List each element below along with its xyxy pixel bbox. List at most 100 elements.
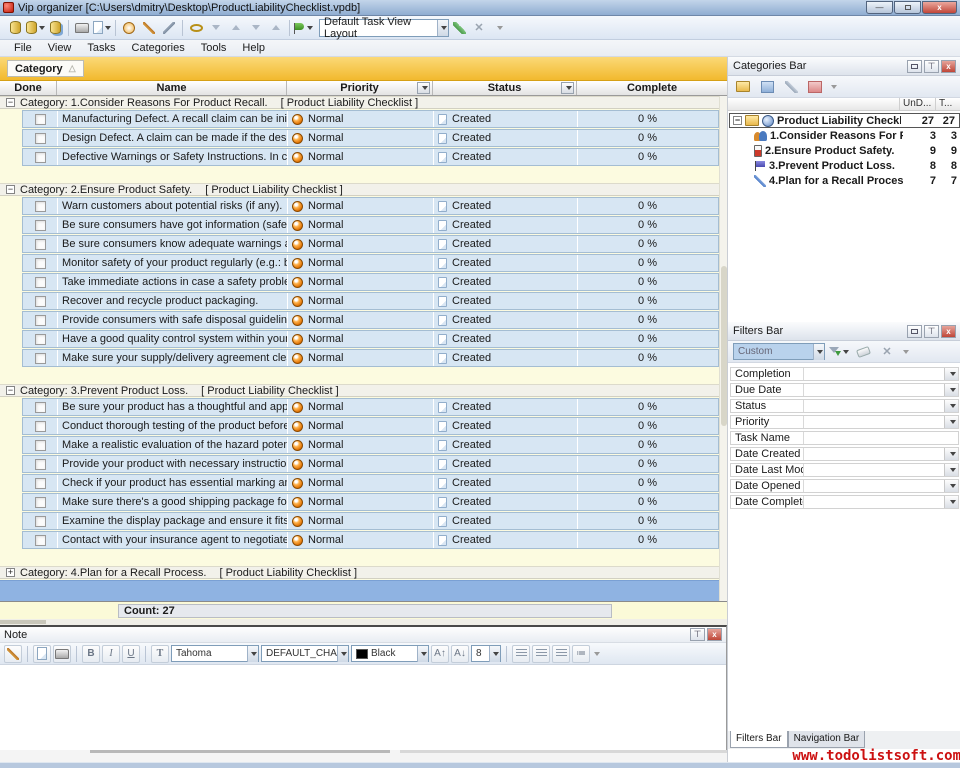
task-row[interactable]: Monitor safety of your product regularly… — [22, 254, 719, 272]
align-center-button[interactable] — [532, 645, 550, 663]
task-row[interactable]: Make sure your supply/delivery agreement… — [22, 349, 719, 367]
note-preview-button[interactable] — [33, 645, 51, 663]
move-bottom-button[interactable] — [246, 18, 266, 38]
note-pin-button[interactable]: ⊤ — [690, 628, 705, 641]
move-down-button[interactable] — [206, 18, 226, 38]
filter-field-value[interactable] — [804, 384, 944, 396]
filter-field-dropdown[interactable] — [944, 448, 958, 460]
task-done-checkbox[interactable] — [35, 516, 46, 527]
task-row[interactable]: Check if your product has essential mark… — [22, 474, 719, 492]
layout-selector-arrow[interactable] — [437, 20, 448, 36]
filter-field-dropdown[interactable] — [944, 480, 958, 492]
category-group-header[interactable]: −Category: 1.Consider Reasons For Produc… — [0, 96, 727, 109]
edit-task-button[interactable] — [139, 18, 159, 38]
task-done-checkbox[interactable] — [35, 402, 46, 413]
category-tree-item[interactable]: 2.Ensure Product Safety.99 — [728, 143, 960, 158]
close-button[interactable]: x — [922, 1, 957, 14]
category-tree-item[interactable]: 4.Plan for a Recall Process.77 — [728, 173, 960, 188]
priority-filter-button[interactable] — [417, 82, 430, 94]
task-done-checkbox[interactable] — [35, 334, 46, 345]
italic-button[interactable]: I — [102, 645, 120, 663]
maximize-button[interactable] — [894, 1, 921, 14]
task-row[interactable]: Be sure consumers have got information (… — [22, 216, 719, 234]
filter-field-dropdown[interactable] — [944, 400, 958, 412]
clear-filter-button[interactable] — [853, 342, 873, 362]
categories-float-button[interactable] — [907, 60, 922, 73]
task-row[interactable]: Be sure consumers know adequate warnings… — [22, 235, 719, 253]
collapse-icon[interactable]: − — [6, 386, 15, 395]
task-row[interactable]: Make a realistic evaluation of the hazar… — [22, 436, 719, 454]
filters-pin-button[interactable]: ⊤ — [924, 325, 939, 338]
filter-field-value[interactable] — [804, 432, 958, 444]
filter-field-dropdown[interactable] — [944, 416, 958, 428]
column-header-complete[interactable]: Complete — [577, 81, 727, 95]
undone-column-header[interactable]: UnD... — [899, 98, 935, 110]
task-done-checkbox[interactable] — [35, 535, 46, 546]
task-done-checkbox[interactable] — [35, 421, 46, 432]
filter-field-value[interactable] — [804, 416, 944, 428]
filter-field-value[interactable] — [804, 448, 944, 460]
bullet-list-button[interactable]: ≔ — [572, 645, 590, 663]
task-done-checkbox[interactable] — [35, 478, 46, 489]
categories-pin-button[interactable]: ⊤ — [924, 60, 939, 73]
add-subcategory-button[interactable] — [757, 77, 777, 97]
filter-field-dropdown[interactable] — [944, 368, 958, 380]
delete-filter-button[interactable]: ✕ — [877, 342, 897, 362]
font-color-select[interactable]: Black — [351, 645, 429, 662]
expand-icon[interactable]: + — [6, 568, 15, 577]
note-close-button[interactable]: x — [707, 628, 722, 641]
filter-preset-select[interactable]: Custom — [733, 343, 825, 360]
charset-select[interactable]: DEFAULT_CHAR — [261, 645, 349, 662]
menu-item-file[interactable]: File — [6, 41, 40, 55]
category-tree-root[interactable]: − Product Liability Checklist 27 27 — [729, 113, 960, 128]
task-done-checkbox[interactable] — [35, 497, 46, 508]
task-done-checkbox[interactable] — [35, 315, 46, 326]
category-group-header[interactable]: −Category: 2.Ensure Product Safety.[ Pro… — [0, 183, 727, 196]
task-row[interactable]: Manufacturing Defect. A recall claim can… — [22, 110, 719, 128]
menu-item-tasks[interactable]: Tasks — [79, 41, 123, 55]
menu-item-categories[interactable]: Categories — [124, 41, 193, 55]
align-left-button[interactable] — [512, 645, 530, 663]
minimize-button[interactable]: — — [866, 1, 893, 14]
underline-button[interactable]: U — [122, 645, 140, 663]
delete-task-button[interactable] — [159, 18, 179, 38]
column-header-priority[interactable]: Priority — [287, 81, 433, 95]
status-filter-button[interactable] — [561, 82, 574, 94]
move-top-button[interactable] — [266, 18, 286, 38]
font-family-select[interactable]: Tahoma — [171, 645, 259, 662]
task-done-checkbox[interactable] — [35, 353, 46, 364]
edit-category-button[interactable] — [781, 77, 801, 97]
collapse-icon[interactable]: − — [6, 98, 15, 107]
filters-float-button[interactable] — [907, 325, 922, 338]
task-done-checkbox[interactable] — [35, 440, 46, 451]
vertical-scrollbar[interactable] — [719, 96, 727, 658]
layout-selector[interactable]: Default Task View Layout — [319, 19, 449, 37]
font-grow-button[interactable]: A↑ — [431, 645, 449, 663]
new-task-button[interactable] — [119, 18, 139, 38]
collapse-icon[interactable]: − — [733, 116, 742, 125]
highlight-button[interactable] — [186, 18, 206, 38]
menu-item-view[interactable]: View — [40, 41, 80, 55]
task-done-checkbox[interactable] — [35, 459, 46, 470]
task-row[interactable]: Take immediate actions in case a safety … — [22, 273, 719, 291]
task-row[interactable]: Contact with your insurance agent to neg… — [22, 531, 719, 549]
filter-field-dropdown[interactable] — [944, 384, 958, 396]
task-done-checkbox[interactable] — [35, 258, 46, 269]
new-database-button[interactable] — [5, 18, 25, 38]
filters-toolbar-overflow[interactable] — [903, 350, 909, 354]
filter-field-value[interactable] — [804, 480, 944, 492]
menu-item-help[interactable]: Help — [234, 41, 273, 55]
task-row[interactable]: Conduct thorough testing of the product … — [22, 417, 719, 435]
tab-navigation-bar[interactable]: Navigation Bar — [788, 731, 866, 748]
category-tree-item[interactable]: 3.Prevent Product Loss.88 — [728, 158, 960, 173]
filter-field-value[interactable] — [804, 400, 944, 412]
save-layout-button[interactable] — [449, 18, 469, 38]
menu-item-tools[interactable]: Tools — [193, 41, 235, 55]
category-tree-item[interactable]: 1.Consider Reasons For Produc33 — [728, 128, 960, 143]
filter-field-value[interactable] — [804, 496, 944, 508]
task-row[interactable]: Provide consumers with safe disposal gui… — [22, 311, 719, 329]
task-done-checkbox[interactable] — [35, 220, 46, 231]
column-header-status[interactable]: Status — [433, 81, 577, 95]
categories-close-button[interactable]: x — [941, 60, 956, 73]
task-row[interactable]: Have a good quality control system withi… — [22, 330, 719, 348]
